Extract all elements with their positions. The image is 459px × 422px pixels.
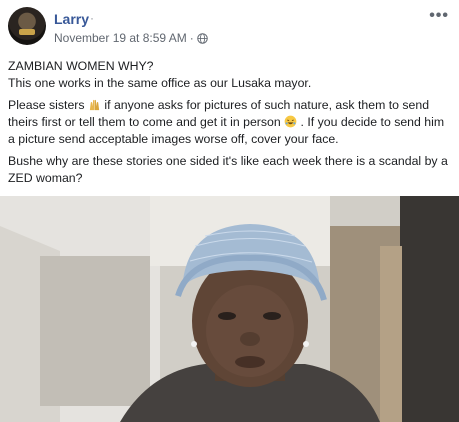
raised-hands-emoji-icon xyxy=(89,99,100,111)
meta-separator: · xyxy=(189,31,194,45)
post-timestamp-link[interactable]: November 19 at 8:59 AM xyxy=(54,31,187,45)
author-name-link[interactable]: Larry xyxy=(54,11,89,27)
laughing-emoji-icon xyxy=(284,115,297,128)
post-text-line: This one works in the same office as our… xyxy=(8,76,312,90)
post-body: ZAMBIAN WOMEN WHY? This one works in the… xyxy=(8,58,454,192)
post-paragraph-3: Bushe why are these stories one sided it… xyxy=(8,154,448,185)
post-text-part: Please sisters xyxy=(8,98,88,112)
post-photo[interactable] xyxy=(0,196,459,422)
post-header: Larry · November 19 at 8:59 AM · ••• xyxy=(0,0,459,52)
photo-image xyxy=(0,196,459,422)
author-suffix: · xyxy=(90,11,94,25)
post-meta: November 19 at 8:59 AM · xyxy=(54,31,208,45)
globe-icon[interactable] xyxy=(196,32,208,44)
author-avatar[interactable] xyxy=(8,7,46,45)
post-paragraph-1: ZAMBIAN WOMEN WHY? This one works in the… xyxy=(8,58,454,92)
post-paragraph-2: Please sisters if anyone asks for pictur… xyxy=(8,97,454,148)
more-options-icon[interactable]: ••• xyxy=(429,8,449,24)
post-heading-line: ZAMBIAN WOMEN WHY? xyxy=(8,59,154,73)
